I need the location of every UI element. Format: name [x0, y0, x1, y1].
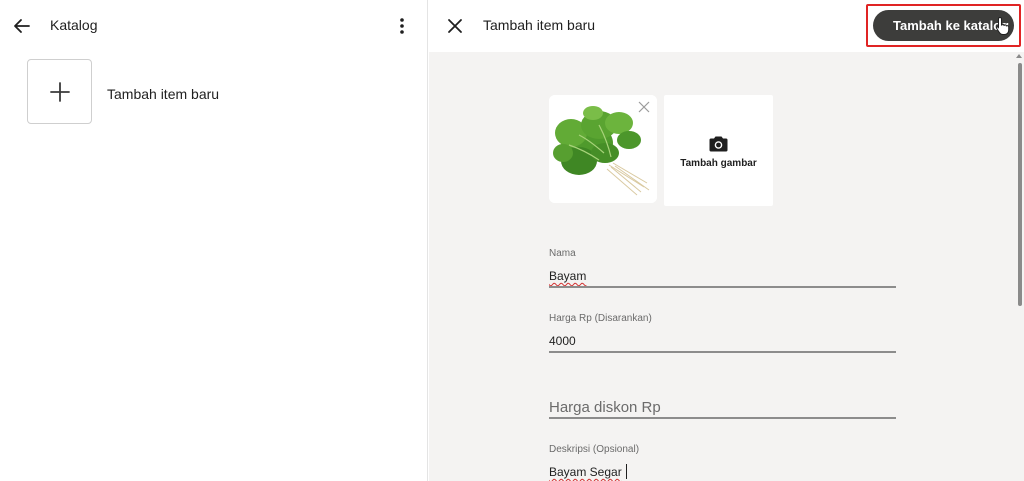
add-item-tile[interactable] [27, 59, 92, 124]
remove-image-icon[interactable] [638, 101, 650, 113]
add-item-title: Tambah item baru [483, 17, 596, 33]
description-field-label: Deskripsi (Opsional) [549, 444, 640, 455]
camera-icon [709, 136, 728, 152]
scroll-up-arrow-icon[interactable] [1016, 54, 1022, 58]
text-caret [625, 464, 627, 479]
scrollbar-thumb[interactable] [1018, 63, 1022, 306]
name-field-underline [549, 286, 896, 288]
description-field-value: Bayam Segar [549, 465, 622, 479]
add-item-panel: Tambah item baru Tambah ke katalog Tamba… [429, 0, 1024, 481]
discount-price-field[interactable]: Harga diskon Rp [549, 397, 896, 421]
close-icon[interactable] [446, 17, 464, 35]
add-image-label: Tambah gambar [680, 158, 757, 169]
plus-icon [50, 82, 70, 102]
price-field-underline [549, 351, 896, 353]
price-field[interactable]: Harga Rp (Disarankan) 4000 [549, 313, 896, 355]
back-arrow-icon[interactable] [12, 16, 32, 36]
catalog-header: Katalog [0, 0, 428, 52]
catalog-pane: Katalog Tambah item baru [0, 0, 428, 481]
item-image-thumbnail[interactable] [549, 95, 657, 203]
mouse-cursor-icon [996, 16, 1010, 35]
price-field-value[interactable]: 4000 [549, 334, 576, 348]
name-field[interactable]: Nama Bayam [549, 248, 896, 290]
description-input[interactable]: Bayam Segar [549, 464, 627, 479]
price-field-label: Harga Rp (Disarankan) [549, 313, 652, 324]
add-item-header: Tambah item baru Tambah ke katalog [429, 0, 1024, 52]
catalog-title: Katalog [50, 17, 98, 33]
add-image-button[interactable]: Tambah gambar [664, 95, 773, 206]
name-field-label: Nama [549, 248, 576, 259]
add-item-label: Tambah item baru [107, 86, 220, 102]
discount-price-underline [549, 417, 896, 419]
add-to-catalog-button[interactable]: Tambah ke katalog [873, 10, 1014, 41]
add-new-item-row[interactable]: Tambah item baru [27, 59, 407, 125]
description-field[interactable]: Deskripsi (Opsional) Bayam Segar [549, 444, 896, 481]
discount-price-placeholder[interactable]: Harga diskon Rp [549, 399, 661, 416]
name-field-value[interactable]: Bayam [549, 269, 586, 283]
more-vertical-icon[interactable] [392, 15, 412, 37]
